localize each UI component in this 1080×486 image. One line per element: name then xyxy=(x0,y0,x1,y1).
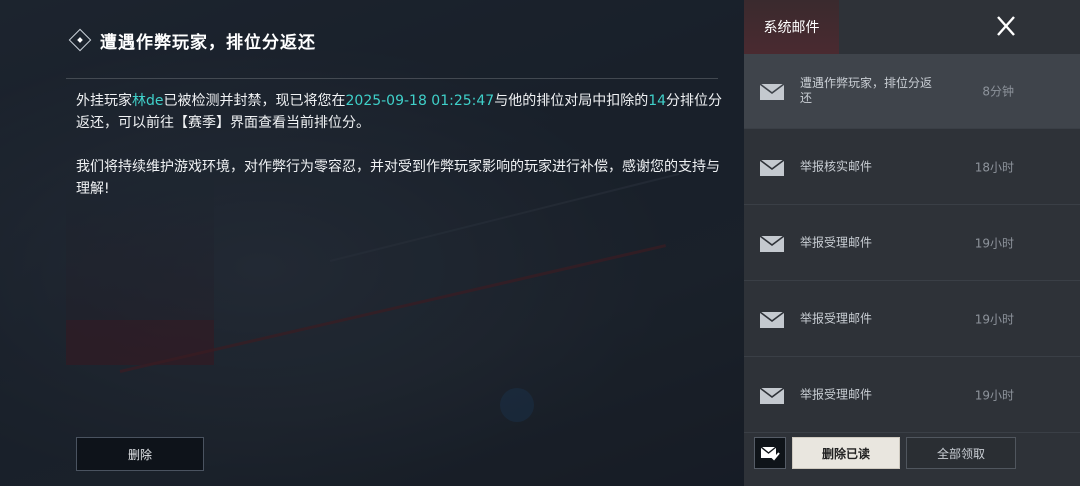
mail-title-row: 遭遇作弊玩家，排位分返还 xyxy=(68,22,316,58)
mail-body: 外挂玩家林de已被检测并封禁，现已将您在2025-09-18 01:25:47与… xyxy=(76,90,726,200)
tab-system-mail[interactable]: 系统邮件 xyxy=(744,0,839,56)
body-text: 与他的排位对局中扣除的 xyxy=(494,93,649,109)
mail-item-time: 19小时 xyxy=(974,388,1014,402)
mail-list-item[interactable]: 举报核实邮件 18小时 xyxy=(744,129,1080,205)
envelope-icon xyxy=(759,234,785,252)
mail-item-title: 举报受理邮件 xyxy=(800,235,873,249)
background-scene xyxy=(0,0,744,486)
envelope-icon xyxy=(759,83,785,100)
body-text: 已被检测并封禁，现已将您在 xyxy=(163,93,346,109)
cheater-name: 林de xyxy=(132,93,164,109)
envelope-icon xyxy=(759,158,785,176)
mail-list-item[interactable]: 举报受理邮件 19小时 xyxy=(744,357,1080,433)
mail-item-time: 8分钟 xyxy=(982,84,1014,99)
bulk-select-button[interactable] xyxy=(754,437,786,469)
delete-mail-button[interactable]: 删除 xyxy=(76,437,204,471)
sidebar-footer: 删除已读 全部领取 xyxy=(744,425,1080,486)
mail-list: 遭遇作弊玩家，排位分返还 8分钟 举报核实邮件 18小时 举报受理邮件 19小时 xyxy=(744,54,1080,433)
mail-item-time: 19小时 xyxy=(974,312,1014,326)
mail-item-title: 举报受理邮件 xyxy=(800,311,873,325)
mail-item-title: 举报核实邮件 xyxy=(800,159,873,173)
mail-list-item[interactable]: 遭遇作弊玩家，排位分返还 8分钟 xyxy=(744,54,1080,129)
mail-paragraph-2: 我们将持续维护游戏环境，对作弊行为零容忍，并对受到作弊玩家影响的玩家进行补偿，感… xyxy=(76,159,720,197)
body-text: 外挂玩家 xyxy=(76,93,132,109)
dim-overlay xyxy=(0,0,744,486)
claim-all-button[interactable]: 全部领取 xyxy=(906,437,1016,469)
mail-item-time: 19小时 xyxy=(974,236,1014,250)
mail-item-title: 遭遇作弊玩家，排位分返还 xyxy=(800,76,933,105)
envelope-icon xyxy=(759,310,785,328)
mail-item-title: 举报受理邮件 xyxy=(800,387,873,401)
mail-sidebar: 系统邮件 遭遇作弊玩家，排位分返还 8分钟 举报核实邮件 18小时 举报受理邮件… xyxy=(744,0,1080,486)
mail-paragraph-1: 外挂玩家林de已被检测并封禁，现已将您在2025-09-18 01:25:47与… xyxy=(76,90,726,134)
match-datetime: 2025-09-18 01:25:47 xyxy=(345,93,495,109)
delete-read-button[interactable]: 删除已读 xyxy=(792,437,900,469)
close-icon[interactable] xyxy=(992,12,1020,40)
mail-list-item[interactable]: 举报受理邮件 19小时 xyxy=(744,205,1080,281)
mail-item-time: 18小时 xyxy=(974,160,1014,174)
title-divider xyxy=(66,78,718,79)
mail-title: 遭遇作弊玩家，排位分返还 xyxy=(100,32,316,53)
mail-list-item[interactable]: 举报受理邮件 19小时 xyxy=(744,281,1080,357)
envelope-check-icon xyxy=(760,446,780,461)
refund-points: 14 xyxy=(648,93,667,109)
diamond-icon xyxy=(68,28,92,52)
sidebar-header: 系统邮件 xyxy=(744,0,1080,56)
envelope-icon xyxy=(759,386,785,404)
